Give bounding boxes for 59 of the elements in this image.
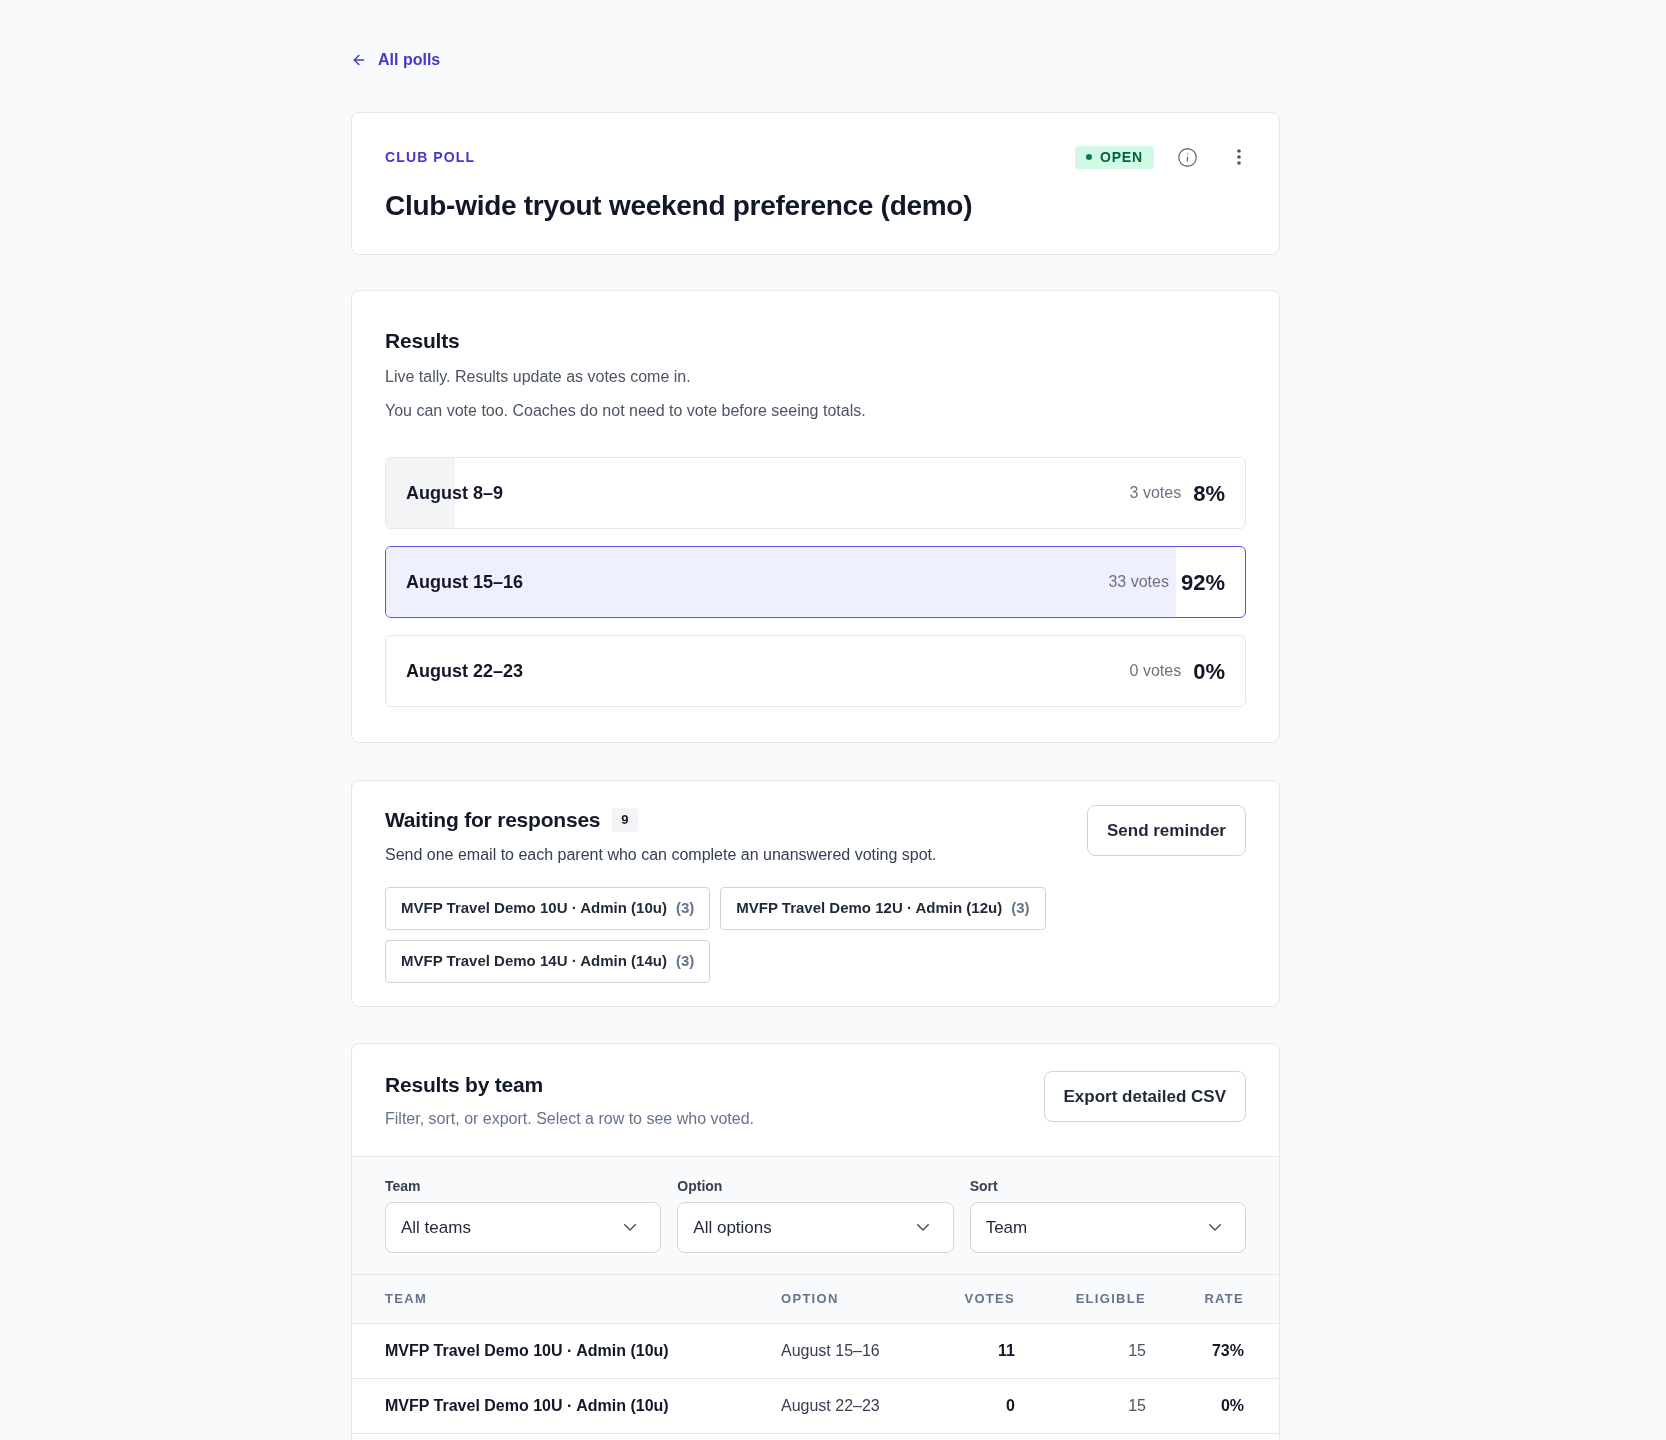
team-name: MVFP Travel Demo 10U · Admin (10u) (401, 898, 667, 919)
column-header: ELIGIBLE (1074, 1290, 1146, 1309)
field-label: Option (677, 1177, 724, 1196)
column-header: VOTES (963, 1290, 1015, 1309)
pending-count: (3) (1011, 898, 1030, 919)
table-cell-text: 11 (997, 1341, 1015, 1361)
poll-category-label: CLUB POLL (385, 147, 476, 167)
option-label: August 22–23 (406, 659, 524, 683)
table-cell-text: August 22–23 (781, 1396, 881, 1416)
table-cell-text: MVFP Travel Demo 10U · Admin (10u) (385, 1396, 670, 1416)
vote-count: 0 votes (1129, 661, 1182, 681)
table-cell-text: 73% (1210, 1341, 1244, 1361)
table-cell-text: August 15–16 (781, 1341, 881, 1361)
count-badge: 9 (612, 808, 638, 832)
section-description: You can vote too. Coaches do not need to vote before seeing totals. (385, 401, 867, 421)
send-reminder-button[interactable]: Send reminder (1086, 805, 1246, 856)
export-csv-button[interactable]: Export detailed CSV (1043, 1071, 1246, 1122)
dropdown-field[interactable]: All options (677, 1202, 954, 1253)
column-header: OPTION (781, 1290, 840, 1309)
table-cell-text: MVFP Travel Demo 10U · Admin (10u) (385, 1341, 670, 1361)
team-name: MVFP Travel Demo 12U · Admin (12u) (736, 898, 1003, 919)
team-name: MVFP Travel Demo 14U · Admin (14u) (401, 951, 667, 972)
section-description: Filter, sort, or export. Select a row to see who voted. (385, 1109, 756, 1129)
vote-count: 3 votes (1129, 483, 1182, 503)
chevron-down-icon (1209, 1224, 1221, 1231)
vote-percent: 8% (1193, 479, 1225, 508)
dropdown-field[interactable]: All teams (385, 1202, 662, 1253)
table-cell-text: 15 (1127, 1396, 1146, 1416)
dropdown-field[interactable]: Team (969, 1202, 1246, 1253)
poll-option[interactable]: August 15–16 33 votes 92% (385, 546, 1246, 618)
section-title: Results (385, 328, 461, 354)
pending-count: (3) (675, 951, 695, 972)
vote-percent: 0% (1193, 657, 1225, 686)
back-link[interactable]: All polls (351, 48, 441, 72)
back-arrow-icon (351, 52, 367, 68)
column-header: TEAM (385, 1290, 429, 1309)
vote-count: 33 votes (1108, 572, 1169, 592)
section-description: Live tally. Results update as votes come in. (385, 367, 692, 387)
poll-option[interactable]: August 8–9 3 votes 8% (385, 457, 1246, 529)
poll-option[interactable]: August 22–23 0 votes 0% (385, 635, 1246, 707)
poll-title: Club-wide tryout weekend preference (demo) (385, 189, 974, 223)
table-cell-text: 0% (1219, 1396, 1244, 1416)
status-label: OPEN (1099, 147, 1143, 167)
section-title: Results by team (385, 1072, 544, 1098)
vote-percent: 92% (1180, 568, 1225, 597)
option-label: August 8–9 (406, 481, 504, 505)
table-cell-text: 15 (1127, 1341, 1146, 1361)
table-cell-text: 0 (1005, 1396, 1015, 1416)
field-label: Sort (969, 1177, 999, 1196)
info-icon (1176, 146, 1198, 168)
pending-count: (3) (675, 898, 695, 919)
field-label: Team (385, 1177, 422, 1196)
chevron-down-icon (624, 1224, 637, 1231)
column-header: RATE (1203, 1290, 1244, 1309)
more-options-icon (1237, 149, 1241, 165)
option-label: August 15–16 (406, 570, 524, 594)
chevron-down-icon (916, 1224, 929, 1231)
section-description: Send one email to each parent who can complete an unanswered voting spot. (385, 845, 938, 865)
section-title: Waiting for responses (385, 807, 601, 833)
